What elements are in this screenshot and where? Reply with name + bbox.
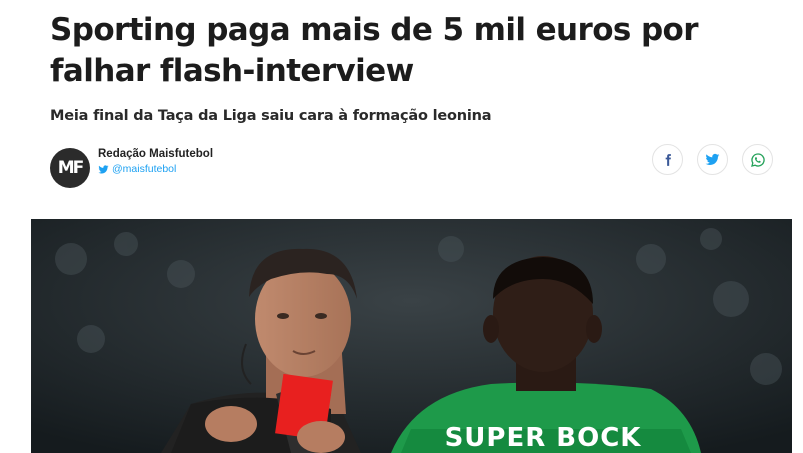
whatsapp-icon: [750, 152, 765, 167]
article-subtitle: Meia final da Taça da Liga saiu cara à f…: [50, 108, 492, 124]
twitter-icon: [705, 153, 720, 165]
article-hero-image: SUPER BOCK: [31, 219, 792, 453]
jersey-text: SUPER BOCK: [445, 423, 642, 453]
author-twitter-link[interactable]: @maisfutebol: [98, 163, 213, 175]
article-title: Sporting paga mais de 5 mil euros por fa…: [50, 12, 699, 89]
facebook-icon: [665, 153, 671, 166]
whatsapp-share-button[interactable]: [742, 144, 773, 175]
share-buttons: [652, 144, 773, 175]
hero-photo: SUPER BOCK: [31, 219, 792, 453]
author-block: MF Redação Maisfutebol @maisfutebol: [50, 146, 213, 190]
facebook-share-button[interactable]: [652, 144, 683, 175]
author-name[interactable]: Redação Maisfutebol: [98, 148, 213, 160]
twitter-share-button[interactable]: [697, 144, 728, 175]
twitter-bird-icon: [98, 164, 109, 174]
author-info: Redação Maisfutebol @maisfutebol: [98, 146, 213, 175]
author-handle: @maisfutebol: [112, 163, 177, 175]
author-avatar[interactable]: MF: [50, 148, 90, 188]
